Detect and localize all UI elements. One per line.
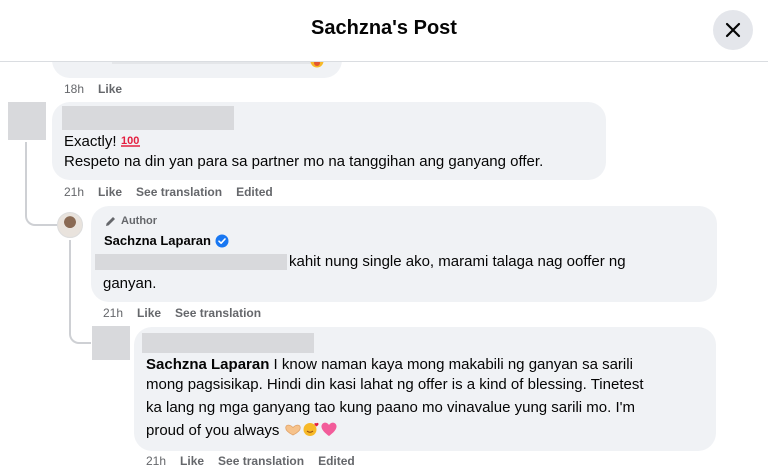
mention-link[interactable]: Sachzna Laparan (146, 356, 269, 373)
author-name[interactable]: Sachzna Laparan (104, 233, 229, 248)
see-translation-link[interactable]: See translation (218, 454, 304, 468)
name-redaction (62, 106, 234, 130)
page-title: Sachzna's Post (311, 17, 457, 39)
reply-meta: 21h Like See translation Edited (146, 454, 355, 468)
reply-meta: 21h Like See translation (103, 306, 261, 320)
svg-text:100: 100 (121, 135, 139, 147)
reply-text-line: I know naman kaya mong makabili ng ganya… (269, 356, 633, 373)
reply-text-line-emoji: proud of you always (146, 421, 338, 441)
comment-meta: 21h Like See translation Edited (64, 185, 273, 199)
avatar[interactable] (8, 102, 46, 140)
reply-text-line: proud of you always (146, 422, 284, 439)
comment-bubble: Exactly! 100 Respeto na din yan para sa … (52, 102, 606, 180)
pink-heart-icon (321, 422, 337, 436)
avatar[interactable] (92, 326, 130, 360)
edited-label: Edited (318, 454, 355, 468)
like-link[interactable]: Like (98, 82, 122, 96)
hundred-points-icon: 100 (120, 132, 141, 154)
close-button[interactable] (713, 10, 753, 50)
reply-text-line: mong pagsisikap. Hindi din kasi lahat ng… (146, 376, 644, 393)
author-name-text: Sachzna Laparan (104, 233, 211, 248)
reply-text: Sachzna Laparan I know naman kaya mong m… (146, 355, 633, 375)
see-translation-link[interactable]: See translation (136, 185, 222, 199)
reply-text-line: ka lang ng mga ganyang tao kung paano mo… (146, 399, 635, 416)
comment-meta-prev: 18h Like (64, 82, 122, 96)
name-redaction (142, 333, 314, 353)
comment-time: 21h (64, 185, 85, 199)
reply-bubble: Author Sachzna Laparan kahit nung single… (91, 206, 717, 302)
comment-text: Exactly! 100 (64, 132, 141, 154)
post-header: Sachzna's Post (0, 0, 768, 62)
heart-hands-icon (284, 424, 301, 436)
see-translation-link[interactable]: See translation (175, 306, 261, 320)
text-redaction (95, 254, 287, 270)
comment-text-line: Respeto na din yan para sa partner mo na… (64, 153, 544, 170)
verified-badge-icon (215, 234, 229, 247)
like-link[interactable]: Like (180, 454, 204, 468)
like-link[interactable]: Like (137, 306, 161, 320)
comment-time: 18h (64, 82, 85, 96)
comment-text-line: Exactly! (64, 133, 121, 150)
reply-time: 21h (103, 306, 124, 320)
pencil-icon (106, 217, 115, 226)
reply-text-line: ganyan. (103, 275, 157, 292)
edited-label: Edited (236, 185, 273, 199)
reply-text-line: kahit nung single ako, marami talaga nag… (289, 253, 626, 270)
smiling-hearts-icon (303, 422, 319, 436)
close-icon (725, 22, 741, 38)
author-badge: Author (121, 215, 158, 227)
like-link[interactable]: Like (98, 185, 122, 199)
reply-bubble: Sachzna Laparan I know naman kaya mong m… (134, 327, 716, 451)
reply-time: 21h (146, 454, 167, 468)
author-avatar[interactable] (57, 212, 83, 238)
thread-line (69, 240, 91, 344)
